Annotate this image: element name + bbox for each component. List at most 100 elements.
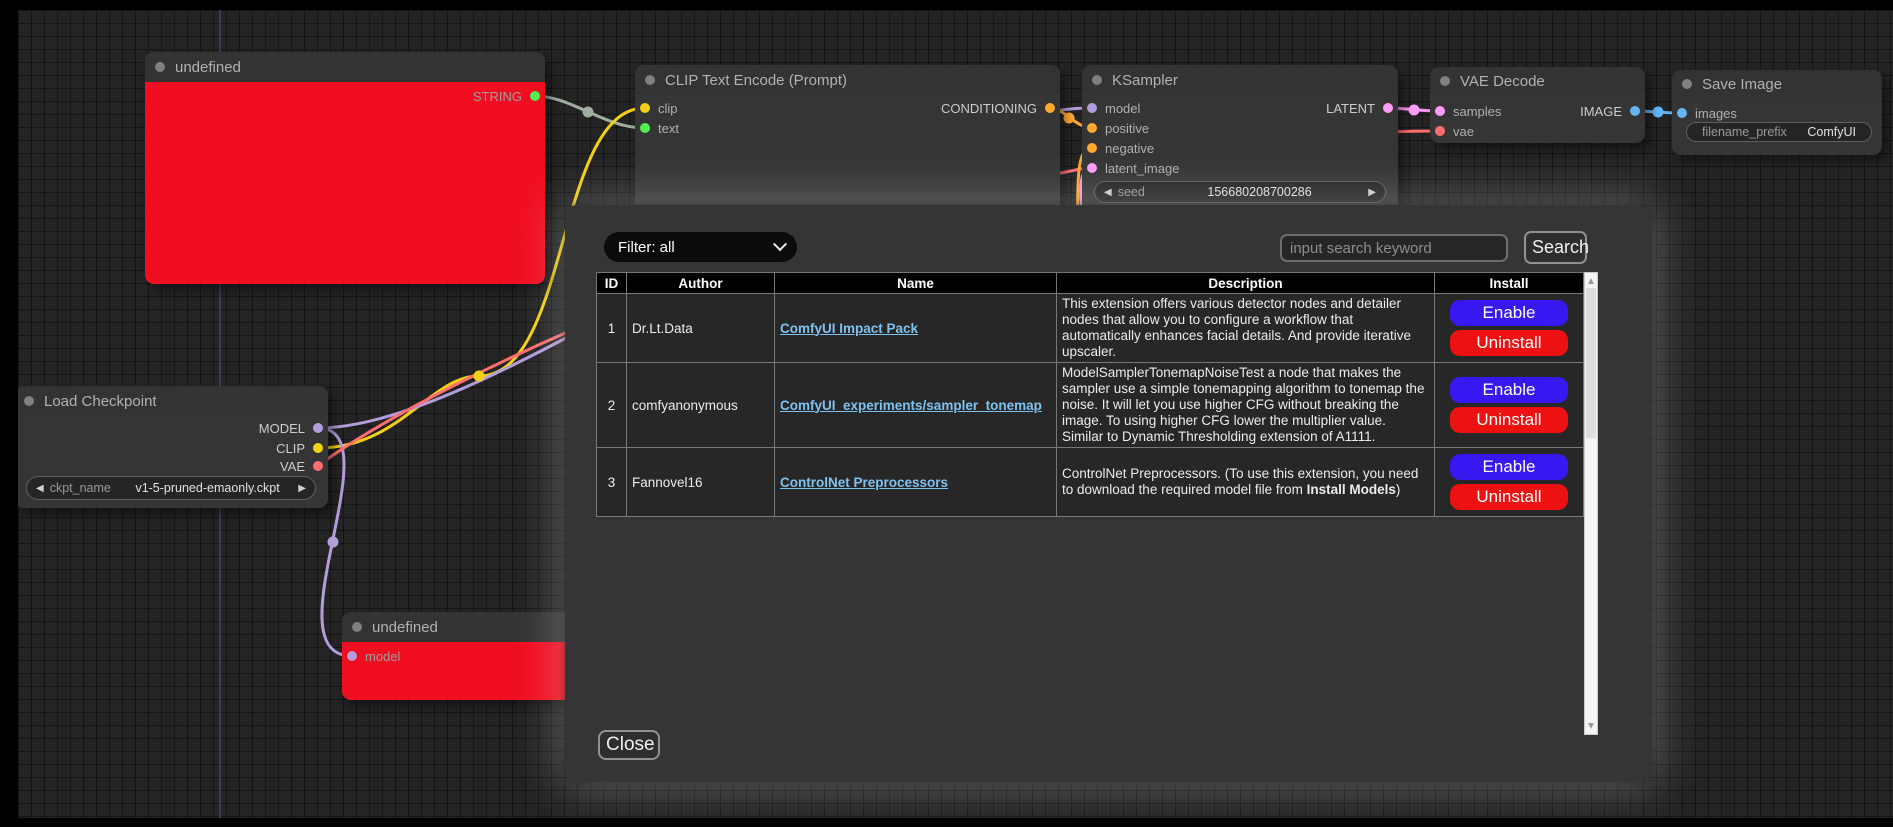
cell-install: Enable Uninstall: [1435, 363, 1584, 448]
node-body: STRING: [145, 82, 545, 284]
port-positive-input[interactable]: [1087, 123, 1097, 133]
collapse-dot-icon[interactable]: [1092, 75, 1102, 85]
collapse-dot-icon[interactable]: [352, 622, 362, 632]
scrollbar[interactable]: [1584, 272, 1598, 735]
port-latent-output[interactable]: [1383, 103, 1393, 113]
arrow-left-icon[interactable]: ◀: [36, 483, 44, 494]
node-undefined-string[interactable]: undefined STRING: [145, 52, 545, 284]
port-conditioning-output[interactable]: [1045, 103, 1055, 113]
port-image-output[interactable]: [1630, 106, 1640, 116]
comfyui-app: undefined STRING CLIP Text Encode (Promp…: [0, 0, 1893, 827]
output-slot: LATENT: [1326, 98, 1393, 118]
output-slot: CONDITIONING: [941, 98, 1055, 118]
arrow-left-icon[interactable]: ◀: [1104, 187, 1112, 198]
cell-id: 2: [597, 363, 627, 448]
close-button[interactable]: Close: [598, 730, 660, 760]
uninstall-button[interactable]: Uninstall: [1450, 484, 1568, 510]
column-header: Name: [775, 273, 1057, 294]
input-slot: negative: [1087, 138, 1154, 158]
canvas-edge: [0, 0, 1893, 10]
cell-id: 1: [597, 294, 627, 363]
node-title-bar[interactable]: KSampler: [1082, 65, 1398, 95]
link-dot: [328, 537, 339, 548]
filename-prefix-widget[interactable]: filename_prefix ComfyUI: [1686, 122, 1872, 142]
scrollbar-thumb[interactable]: [1586, 288, 1596, 438]
port-string-output[interactable]: [530, 91, 540, 101]
enable-button[interactable]: Enable: [1450, 454, 1568, 480]
link-dot: [1409, 105, 1420, 116]
node-title-bar[interactable]: Load Checkpoint: [14, 386, 328, 416]
enable-button[interactable]: Enable: [1450, 377, 1568, 403]
table-row: 1 Dr.Lt.Data ComfyUI Impact Pack This ex…: [597, 294, 1584, 363]
node-save-image[interactable]: Save Image images filename_prefix ComfyU…: [1672, 70, 1882, 155]
input-slot: text: [640, 118, 679, 138]
ckpt-name-widget[interactable]: ◀ ckpt_name v1-5-pruned-emaonly.ckpt ▶: [26, 476, 316, 500]
port-model-output[interactable]: [313, 423, 323, 433]
collapse-dot-icon[interactable]: [645, 75, 655, 85]
output-slot: MODEL: [259, 418, 323, 438]
cell-id: 3: [597, 448, 627, 517]
table-row: 2 comfyanonymous ComfyUI_experiments/sam…: [597, 363, 1584, 448]
port-model-input[interactable]: [1087, 103, 1097, 113]
port-images-input[interactable]: [1677, 108, 1687, 118]
port-samples-input[interactable]: [1435, 106, 1445, 116]
input-slot: model: [1087, 98, 1140, 118]
node-title-bar[interactable]: VAE Decode: [1430, 67, 1645, 95]
extensions-table: IDAuthorNameDescriptionInstall 1 Dr.Lt.D…: [596, 272, 1598, 735]
collapse-dot-icon[interactable]: [1440, 76, 1450, 86]
enable-button[interactable]: Enable: [1450, 300, 1568, 326]
collapse-dot-icon[interactable]: [155, 62, 165, 72]
collapse-dot-icon[interactable]: [1682, 79, 1692, 89]
custom-nodes-dialog: Filter: all Search IDAuthorNameDescripti…: [565, 205, 1652, 782]
arrow-right-icon[interactable]: ▶: [1368, 187, 1376, 198]
column-header: Install: [1435, 273, 1584, 294]
cell-name: ComfyUI_experiments/sampler_tonemap: [775, 363, 1057, 448]
extension-link[interactable]: ControlNet Preprocessors: [780, 475, 948, 490]
input-slot: vae: [1435, 121, 1474, 141]
column-header: Description: [1057, 273, 1435, 294]
search-button[interactable]: Search: [1524, 231, 1587, 264]
chevron-down-icon: [773, 237, 787, 251]
column-header: ID: [597, 273, 627, 294]
port-model-input[interactable]: [347, 651, 357, 661]
uninstall-button[interactable]: Uninstall: [1450, 407, 1568, 433]
search-input[interactable]: [1280, 234, 1508, 262]
collapse-dot-icon[interactable]: [24, 396, 34, 406]
extensions-table-body: 1 Dr.Lt.Data ComfyUI Impact Pack This ex…: [597, 294, 1584, 517]
link-dot: [583, 107, 594, 118]
cell-install: Enable Uninstall: [1435, 448, 1584, 517]
port-vae-output[interactable]: [313, 461, 323, 471]
output-slot: IMAGE: [1580, 101, 1640, 121]
node-title-bar[interactable]: CLIP Text Encode (Prompt): [635, 65, 1060, 95]
filter-select[interactable]: Filter: all: [604, 232, 797, 262]
output-slot: VAE: [280, 456, 323, 476]
port-clip-output[interactable]: [313, 443, 323, 453]
node-vae-decode[interactable]: VAE Decode samples vae IMAGE: [1430, 67, 1645, 143]
arrow-right-icon[interactable]: ▶: [298, 483, 306, 494]
table-header-row: IDAuthorNameDescriptionInstall: [597, 273, 1584, 294]
extension-link[interactable]: ComfyUI_experiments/sampler_tonemap: [780, 398, 1042, 413]
node-title-bar[interactable]: Save Image: [1672, 70, 1882, 98]
cell-author: Fannovel16: [627, 448, 775, 517]
port-negative-input[interactable]: [1087, 143, 1097, 153]
port-text-input[interactable]: [640, 123, 650, 133]
canvas-edge: [0, 818, 1893, 827]
cell-author: comfyanonymous: [627, 363, 775, 448]
seed-widget[interactable]: ◀ seed 156680208700286 ▶: [1094, 181, 1386, 203]
port-vae-input[interactable]: [1435, 126, 1445, 136]
uninstall-button[interactable]: Uninstall: [1450, 330, 1568, 356]
scroll-up-icon[interactable]: [1588, 278, 1594, 284]
input-slot: latent_image: [1087, 158, 1179, 178]
port-clip-input[interactable]: [640, 103, 650, 113]
scroll-down-icon[interactable]: [1588, 723, 1594, 729]
node-load-checkpoint[interactable]: Load Checkpoint MODEL CLIP VAE ◀ ckpt_na…: [14, 386, 328, 508]
cell-description: This extension offers various detector n…: [1057, 294, 1435, 363]
input-slot: model: [347, 646, 400, 666]
extension-link[interactable]: ComfyUI Impact Pack: [780, 321, 918, 336]
port-latent-image-input[interactable]: [1087, 163, 1097, 173]
cell-name: ComfyUI Impact Pack: [775, 294, 1057, 363]
output-slot: STRING: [473, 86, 540, 106]
node-title-bar[interactable]: undefined: [145, 52, 545, 82]
input-slot: positive: [1087, 118, 1149, 138]
cell-description: ModelSamplerTonemapNoiseTest a node that…: [1057, 363, 1435, 448]
